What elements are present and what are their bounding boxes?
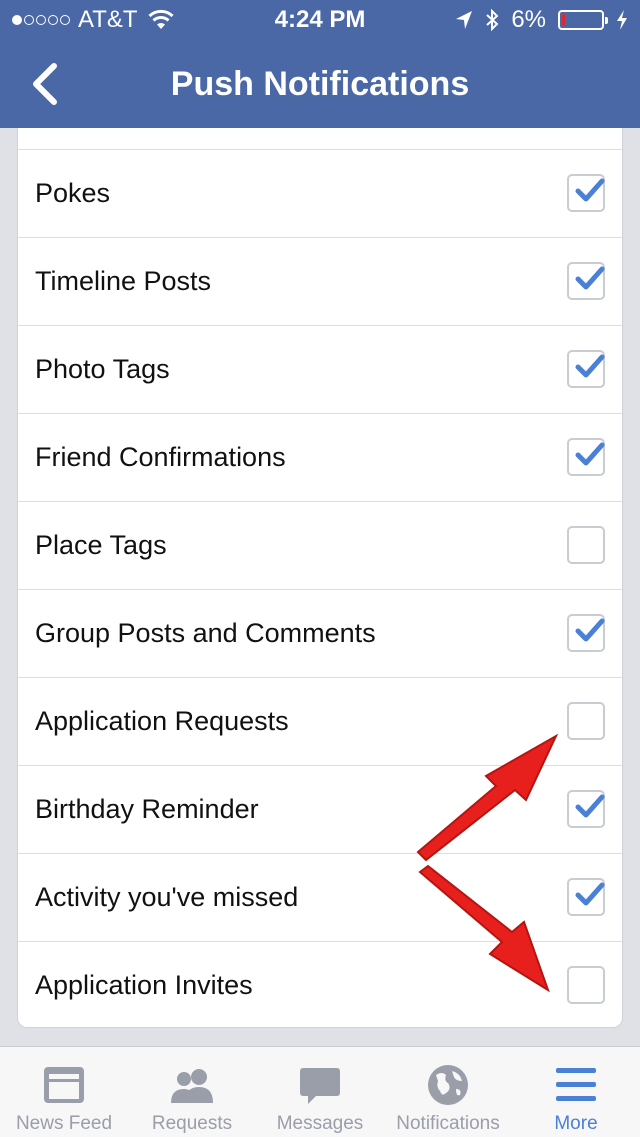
back-button[interactable] [20,54,70,114]
friends-icon [167,1063,217,1107]
setting-row[interactable]: Timeline Posts [18,238,622,326]
battery-percent: 6% [511,6,546,33]
tab-news-feed[interactable]: News Feed [0,1047,128,1137]
setting-row[interactable]: Activity you've missed [18,854,622,942]
setting-row[interactable]: Application Requests [18,678,622,766]
tab-label: Notifications [396,1113,500,1134]
checkmark-icon [575,178,605,202]
setting-label: Timeline Posts [35,266,212,296]
menu-icon [555,1063,597,1107]
setting-row[interactable]: Birthday Reminder [18,766,622,854]
setting-row[interactable]: Group Posts and Comments [18,590,622,678]
checkbox[interactable] [567,262,605,300]
news-feed-icon [42,1063,86,1107]
setting-label: Photo Tags [35,354,170,384]
checkbox[interactable] [567,174,605,212]
checkbox[interactable] [567,614,605,652]
setting-label: Application Invites [35,970,253,1000]
chat-bubble-icon [298,1063,342,1107]
setting-label: Activity you've missed [35,882,299,912]
checkmark-icon [575,882,605,906]
tab-label: News Feed [15,1113,113,1134]
checkmark-icon [575,618,605,642]
status-bar: AT&T 4:24 PM 6% [0,0,640,40]
location-arrow-icon [456,11,473,29]
tab-notifications[interactable]: Notifications [384,1047,512,1137]
tab-label: More [554,1113,598,1134]
setting-label: Pokes [35,178,111,208]
chevron-left-icon [33,63,57,105]
notification-settings-list: Pokes Timeline Posts Photo Tags Friend Conf… [17,128,623,1028]
bluetooth-icon [486,9,499,31]
status-right: 6% [443,6,628,34]
checkmark-icon [575,354,605,378]
setting-row[interactable]: Application Invites [18,942,622,1027]
setting-label: Birthday Reminder [35,794,259,824]
list-top-divider [18,128,622,150]
setting-label: Application Requests [35,706,289,736]
setting-row[interactable]: Photo Tags [18,326,622,414]
setting-row[interactable]: Place Tags [18,502,622,590]
checkbox[interactable] [567,526,605,564]
tab-label: Messages [276,1113,364,1134]
checkmark-icon [575,266,605,290]
globe-icon [426,1063,470,1107]
checkmark-icon [575,442,605,466]
charging-bolt-icon [617,10,627,30]
battery-icon [558,10,608,30]
checkbox[interactable] [567,966,605,1004]
checkmark-icon [575,794,605,818]
tab-more[interactable]: More [512,1047,640,1137]
navigation-bar: Push Notifications [0,40,640,128]
header: AT&T 4:24 PM 6% Push Notifications [0,0,640,128]
setting-label: Group Posts and Comments [35,618,376,648]
tab-messages[interactable]: Messages [256,1047,384,1137]
checkbox[interactable] [567,702,605,740]
setting-row[interactable]: Friend Confirmations [18,414,622,502]
tab-requests[interactable]: Requests [128,1047,256,1137]
setting-label: Place Tags [35,530,167,560]
checkbox[interactable] [567,878,605,916]
tab-label: Requests [151,1113,233,1134]
setting-row[interactable]: Pokes [18,150,622,238]
tab-bar: News Feed Requests Messages Notifications Mo… [0,1046,640,1137]
page-title: Push Notifications [170,65,470,103]
setting-label: Friend Confirmations [35,442,286,472]
checkbox[interactable] [567,438,605,476]
checkbox[interactable] [567,790,605,828]
checkbox[interactable] [567,350,605,388]
